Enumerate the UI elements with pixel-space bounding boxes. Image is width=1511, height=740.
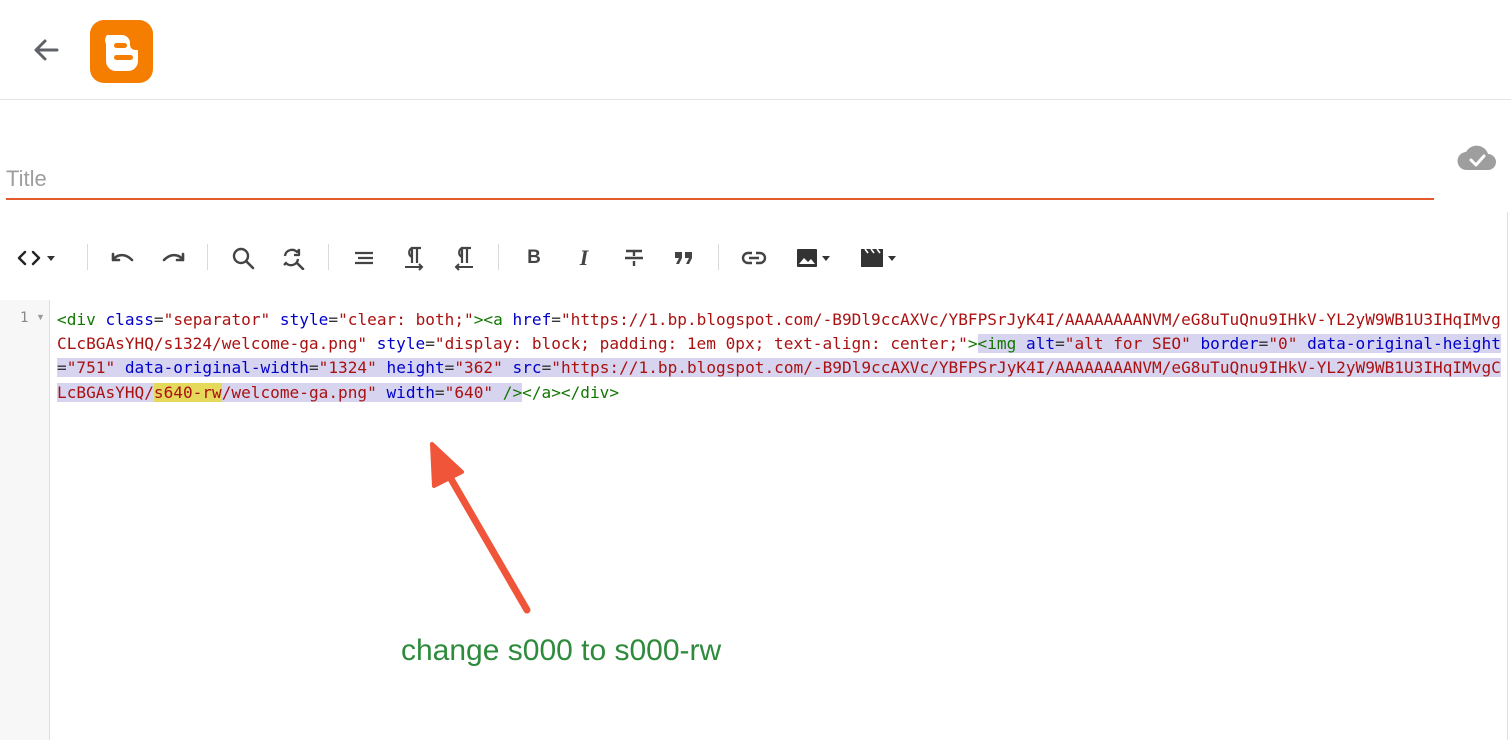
code-token: style	[376, 334, 426, 354]
code-token: data-original-height	[1307, 334, 1501, 354]
search-button[interactable]	[226, 242, 260, 274]
ltr-button[interactable]	[397, 242, 431, 274]
undo-icon	[111, 252, 134, 262]
code-token: >	[967, 334, 978, 354]
strikethrough-icon	[625, 249, 643, 266]
editor-toolbar: B I	[0, 238, 1500, 278]
chevron-down-icon	[46, 255, 55, 261]
arrow-left-icon	[34, 39, 59, 61]
line-number-gutter: 1 ▼	[0, 300, 50, 740]
html-code-editor[interactable]: 1 ▼ <div class="separator" style="clear:…	[0, 300, 1506, 740]
code-token: height	[386, 358, 445, 378]
find-replace-icon	[283, 248, 305, 270]
redo-icon	[162, 252, 185, 262]
code-content[interactable]: <div class="separator" style="clear: bot…	[57, 308, 1503, 405]
chevron-down-icon	[821, 255, 830, 261]
redo-button[interactable]	[156, 242, 190, 274]
code-token: "751"	[66, 358, 116, 378]
link-icon	[741, 251, 767, 265]
code-token: "1324"	[318, 358, 377, 378]
bold-icon: B	[527, 247, 541, 268]
find-replace-button[interactable]	[276, 242, 310, 274]
link-button[interactable]	[737, 242, 771, 274]
cloud-done-icon	[1456, 142, 1498, 172]
code-token: width	[386, 382, 435, 402]
code-token: /welcome-ga.png"	[221, 382, 377, 402]
insert-image-button[interactable]	[788, 242, 836, 274]
code-icon	[16, 248, 44, 268]
code-token: </a></div>	[522, 382, 620, 402]
rtl-button[interactable]	[447, 242, 481, 274]
video-icon	[860, 248, 883, 267]
code-token: style	[279, 310, 329, 329]
bold-button[interactable]: B	[517, 242, 551, 274]
code-token: src	[512, 358, 542, 378]
image-icon	[796, 249, 817, 267]
back-button[interactable]	[28, 32, 64, 68]
annotation-label: change s000 to s000-rw	[401, 634, 722, 667]
code-token: <div	[57, 310, 96, 329]
strikethrough-button[interactable]	[617, 242, 651, 274]
toolbar-divider	[328, 244, 329, 270]
italic-button[interactable]: I	[567, 242, 601, 274]
code-token: "separator"	[163, 310, 271, 329]
toolbar-divider	[207, 244, 208, 270]
paragraph-ltr-icon	[405, 246, 424, 271]
code-token: alt	[1026, 334, 1056, 354]
fold-arrow-icon[interactable]: ▼	[36, 312, 45, 322]
format-button[interactable]	[347, 242, 381, 274]
post-title-input[interactable]	[6, 160, 1434, 200]
highlighted-size-param: s640-rw	[153, 382, 222, 402]
chevron-down-icon	[887, 255, 896, 261]
code-token: "362"	[454, 358, 503, 378]
code-token: class	[105, 310, 154, 329]
code-token: "640"	[444, 382, 494, 402]
insert-video-button[interactable]	[853, 242, 901, 274]
search-icon	[232, 247, 255, 270]
code-token: ><a	[473, 310, 503, 329]
top-bar	[0, 0, 1511, 100]
code-token: "alt for SEO"	[1064, 334, 1191, 354]
code-token: border	[1200, 334, 1259, 354]
quote-button[interactable]	[667, 242, 701, 274]
toolbar-divider	[718, 244, 719, 270]
undo-button[interactable]	[106, 242, 140, 274]
paragraph-rtl-icon	[454, 246, 473, 271]
code-token: "0"	[1268, 334, 1298, 354]
annotation-arrow-icon	[430, 442, 531, 614]
code-token: />	[502, 382, 523, 402]
code-token: "clear: both;"	[338, 310, 474, 329]
line-number: 1	[20, 310, 29, 326]
italic-icon: I	[579, 245, 589, 270]
code-token: "display: block; padding: 1em 0px; text-…	[434, 334, 968, 354]
html-view-toggle[interactable]	[10, 242, 60, 274]
toolbar-divider	[87, 244, 88, 270]
editor-right-border	[1507, 212, 1508, 740]
code-token: href	[512, 310, 552, 329]
align-lines-icon	[355, 251, 373, 265]
code-token: <img	[977, 334, 1017, 354]
blogger-logo-icon[interactable]	[90, 20, 153, 83]
toolbar-divider	[498, 244, 499, 270]
quote-icon	[675, 252, 692, 264]
code-token: data-original-width	[124, 358, 309, 378]
